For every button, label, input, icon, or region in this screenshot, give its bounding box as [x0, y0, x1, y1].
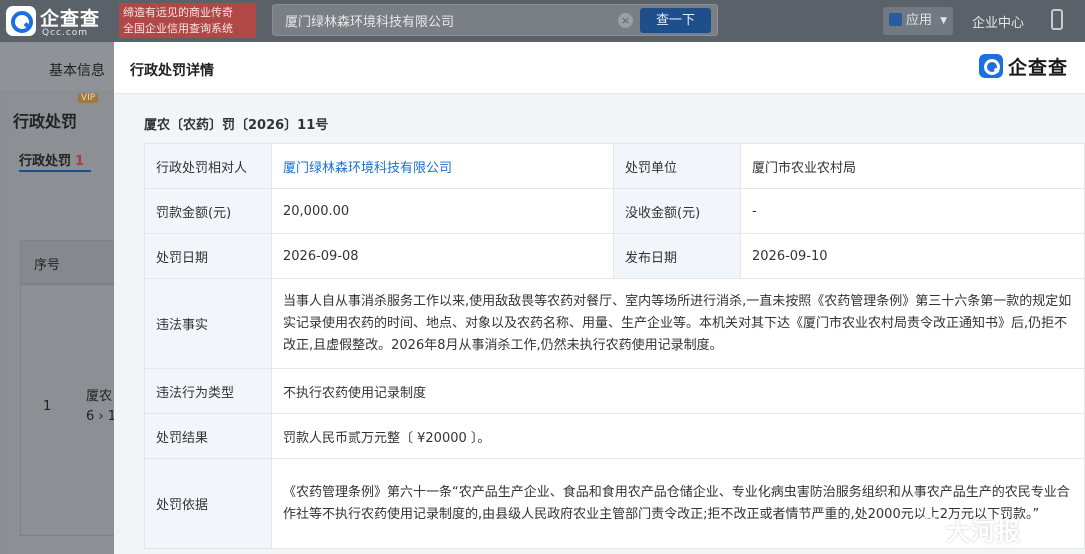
penalty-detail-table: 行政处罚相对人 厦门绿林森环境科技有限公司 处罚单位 厦门市农业农村局 罚款金额… [144, 143, 1085, 549]
table-row: 处罚依据 《农药管理条例》第六十一条“农产品生产企业、食品和食用农产品仓储企业、… [144, 458, 1085, 549]
background-tab-bar: 基本信息 [0, 42, 130, 90]
table-row: 罚款金额(元) 20,000.00 没收金额(元) - [144, 188, 1085, 234]
table-row: 违法行为类型 不执行农药使用记录制度 [144, 368, 1085, 414]
subtab-count: 1 [75, 154, 85, 169]
label-violation-facts: 违法事实 [144, 278, 272, 369]
weibo-logo-icon [916, 516, 940, 536]
logo-magnifier-icon [6, 6, 36, 36]
company-link[interactable]: 厦门绿林森环境科技有限公司 [283, 161, 452, 176]
label-publish-date: 发布日期 [613, 233, 741, 279]
document-number: 厦农〔农药〕罚〔2026〕11号 [144, 118, 329, 133]
label-penalty-unit: 处罚单位 [613, 143, 741, 189]
label-fine-amount: 罚款金额(元) [144, 188, 272, 234]
modal-title: 行政处罚详情 [130, 63, 214, 79]
column-header-index: 序号 [34, 258, 61, 273]
value-penalty-date: 2026-09-08 [271, 233, 614, 279]
modal-header: 行政处罚详情 企查查 [114, 42, 1085, 94]
site-logo[interactable]: 企查查 Qcc.com [6, 4, 114, 38]
top-header: 企查查 Qcc.com 缔造有远见的商业传奇 全国企业信用查询系统 厦门绿林森环… [0, 0, 1085, 42]
clear-icon[interactable]: × [618, 13, 633, 28]
section-title: 行政处罚 [13, 112, 78, 131]
table-row: 处罚结果 罚款人民币贰万元整〔 ¥20000 〕。 [144, 413, 1085, 459]
subtab-label: 行政处罚 [19, 154, 72, 169]
label-confiscation-amount: 没收金额(元) [613, 188, 741, 234]
apps-label: 应用 [906, 13, 933, 28]
penalty-detail-modal: 行政处罚详情 企查查 厦农〔农药〕罚〔2026〕11号 行政处罚相对人 厦门绿林… [114, 42, 1085, 554]
label-penalty-date: 处罚日期 [144, 233, 272, 279]
search-box: 厦门绿林森环境科技有限公司 × 查一下 [272, 4, 718, 36]
label-penalized-party: 行政处罚相对人 [144, 143, 272, 189]
slogan-line-1: 缔造有远见的商业传奇 [123, 6, 233, 19]
subtab-underline [19, 170, 91, 172]
search-button[interactable]: 查一下 [640, 8, 711, 33]
value-penalty-result: 罚款人民币贰万元整〔 ¥20000 〕。 [271, 413, 1085, 459]
modal-logo: 企查查 [979, 53, 1079, 81]
row-index: 1 [43, 399, 52, 414]
watermark-text: 大河报 [946, 518, 1021, 546]
apps-menu-button[interactable]: 应用 ▼ [883, 7, 953, 35]
tab-basic-info[interactable]: 基本信息 [49, 60, 105, 80]
apps-grid-icon [889, 13, 902, 26]
mobile-phone-icon[interactable] [1051, 9, 1063, 30]
caret-down-icon: ▼ [940, 16, 947, 26]
slogan-line-2: 全国企业信用查询系统 [123, 22, 233, 35]
search-input[interactable]: 厦门绿林森环境科技有限公司 [285, 11, 454, 30]
subtab-administrative-penalty[interactable]: 行政处罚 1 [19, 150, 84, 169]
slogan-banner[interactable]: 缔造有远见的商业传奇 全国企业信用查询系统 [119, 3, 256, 38]
value-fine-amount: 20,000.00 [271, 188, 614, 234]
vip-badge: VIP [78, 93, 99, 103]
table-row: 处罚日期 2026-09-08 发布日期 2026-09-10 [144, 233, 1085, 279]
value-penalized-party: 厦门绿林森环境科技有限公司 [271, 143, 614, 189]
table-row: 行政处罚相对人 厦门绿林森环境科技有限公司 处罚单位 厦门市农业农村局 [144, 143, 1085, 189]
enterprise-center-link[interactable]: 企业中心 [972, 12, 1024, 31]
value-confiscation-amount: - [740, 188, 1085, 234]
label-penalty-result: 处罚结果 [144, 413, 272, 459]
value-violation-type: 不执行农药使用记录制度 [271, 368, 1085, 414]
qcc-logo-icon [979, 54, 1003, 78]
label-violation-type: 违法行为类型 [144, 368, 272, 414]
modal-logo-text: 企查查 [1008, 57, 1069, 79]
table-row: 违法事实 当事人自从事消杀服务工作以来,使用敌敌畏等农药对餐厅、室内等场所进行消… [144, 278, 1085, 369]
logo-text: 企查查 [40, 8, 101, 30]
value-violation-facts: 当事人自从事消杀服务工作以来,使用敌敌畏等农药对餐厅、室内等场所进行消杀,一直未… [271, 278, 1085, 369]
label-penalty-basis: 处罚依据 [144, 458, 272, 549]
logo-subtext: Qcc.com [42, 28, 89, 38]
modal-body: 厦农〔农药〕罚〔2026〕11号 行政处罚相对人 厦门绿林森环境科技有限公司 处… [114, 94, 1085, 554]
value-publish-date: 2026-09-10 [740, 233, 1085, 279]
value-penalty-unit: 厦门市农业农村局 [740, 143, 1085, 189]
